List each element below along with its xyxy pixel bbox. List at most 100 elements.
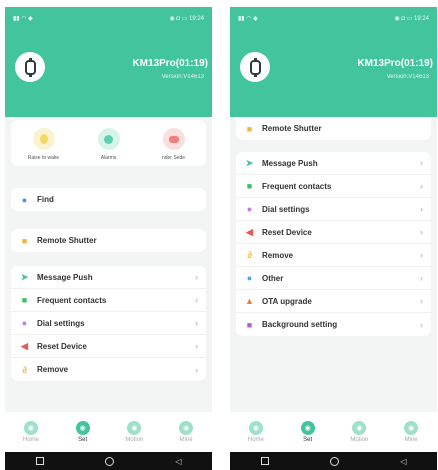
- tab-motion[interactable]: ◉ Motion: [337, 421, 381, 443]
- tab-set[interactable]: ◉ Set: [61, 421, 105, 443]
- menu-item-message-push[interactable]: ➤ Message Push ›: [236, 152, 431, 175]
- person-icon: ◉: [179, 421, 194, 435]
- chevron-right-icon: ›: [420, 158, 423, 168]
- quick-action-sedentary[interactable]: nder Sede: [150, 128, 198, 166]
- back-icon[interactable]: ◁: [175, 457, 181, 466]
- chevron-right-icon: ›: [420, 296, 423, 306]
- home-nav-icon[interactable]: [104, 456, 114, 466]
- sedentary-icon: [162, 128, 185, 150]
- device-name: KM13Pro(01:19): [132, 58, 208, 69]
- upgrade-arrow-icon: ▲: [245, 296, 254, 306]
- watch-avatar[interactable]: [240, 52, 270, 82]
- signal-icon: ▮▮ ◠ ◆: [238, 15, 258, 22]
- battery-icon: ◉ ◘ ▭: [169, 15, 189, 22]
- quick-actions-card: Raise to wake Alarms nder Sede: [11, 120, 206, 166]
- tab-set[interactable]: ◉ Set: [286, 421, 330, 443]
- home-nav-icon[interactable]: [329, 456, 339, 466]
- menu-item-label: Remote Shutter: [262, 124, 322, 133]
- chevron-right-icon: ›: [420, 319, 423, 330]
- remote-card: ■ Remote Shutter: [236, 117, 431, 140]
- tab-label: Set: [78, 437, 88, 443]
- menu-item-label: Dial settings: [262, 204, 310, 214]
- home-icon: ◉: [248, 421, 263, 435]
- menu-item-reset-device[interactable]: ◀ Reset Device ›: [11, 335, 206, 358]
- tab-label: Mine: [179, 437, 193, 443]
- quick-action-label: nder Sede: [161, 155, 186, 161]
- menu-item-dial-settings[interactable]: ● Dial settings ›: [11, 312, 206, 335]
- menu-item-label: Remote Shutter: [37, 236, 97, 245]
- bottom-tab-bar: ◉ Home ◉ Set ◉ Motion ◉ Mine: [5, 412, 212, 452]
- menu-item-remove[interactable]: ∂ Remove ›: [11, 358, 206, 381]
- menu-item-reset-device[interactable]: ◀ Reset Device ›: [236, 221, 431, 244]
- menu-item-frequent-contacts[interactable]: ■ Frequent contacts ›: [11, 289, 206, 312]
- motion-icon: ◉: [127, 421, 142, 435]
- menu-item-remote-shutter[interactable]: ■ Remote Shutter: [11, 229, 206, 252]
- menu-item-label: OTA upgrade: [262, 296, 312, 306]
- recent-apps-icon[interactable]: [35, 457, 44, 465]
- tab-motion[interactable]: ◉ Motion: [112, 421, 156, 443]
- quick-action-raise-to-wake[interactable]: Raise to wake: [20, 128, 68, 166]
- watch-icon: [24, 57, 36, 77]
- find-card: ● Find: [11, 188, 206, 211]
- tab-label: Motion: [125, 437, 144, 443]
- quick-action-label: Raise to wake: [27, 155, 60, 161]
- chevron-right-icon: ›: [195, 295, 198, 305]
- menu-item-label: Frequent contacts: [37, 295, 107, 305]
- dial-icon: ●: [246, 204, 253, 214]
- settings-card: ➤ Message Push › ■ Frequent contacts › ● Dial…: [11, 266, 206, 381]
- menu-item-label: Message Push: [262, 158, 318, 168]
- phone-screen-left: ▮▮ ◠ ◆ ◉ ◘ ▭ 19:24 KM13Pro(01:19) Versio…: [5, 7, 212, 470]
- menu-item-label: Background setting: [262, 320, 338, 329]
- menu-item-frequent-contacts[interactable]: ■ Frequent contacts ›: [236, 175, 431, 198]
- status-time: 19:24: [413, 15, 429, 22]
- menu-item-other[interactable]: ● Other ›: [236, 267, 431, 290]
- status-bar: ▮▮ ◠ ◆ ◉ ◘ ▭ 19:24: [238, 13, 429, 23]
- reset-icon: ◀: [21, 340, 28, 351]
- tab-label: Set: [303, 437, 313, 443]
- device-header: ▮▮ ◠ ◆ ◉ ◘ ▭ 19:24 KM13Pro(01:19) Versio…: [5, 7, 212, 117]
- person-icon: ◉: [404, 421, 419, 435]
- menu-item-remote-shutter[interactable]: ■ Remote Shutter: [236, 117, 431, 140]
- menu-item-background-setting[interactable]: ■ Background setting ›: [236, 313, 431, 336]
- phone-screen-right: ▮▮ ◠ ◆ ◉ ◘ ▭ 19:24 KM13Pro(01:19) Versio…: [230, 7, 437, 470]
- menu-item-ota-upgrade[interactable]: ▲ OTA upgrade ›: [236, 290, 431, 313]
- menu-item-remove[interactable]: ∂ Remove ›: [236, 244, 431, 267]
- status-time: 19:24: [188, 15, 204, 22]
- send-icon: ➤: [245, 157, 254, 168]
- menu-item-find[interactable]: ● Find: [11, 188, 206, 211]
- system-nav-bar: ◁: [5, 452, 212, 470]
- back-icon[interactable]: ◁: [400, 457, 406, 466]
- bottom-tab-bar: ◉ Home ◉ Set ◉ Motion ◉ Mine: [230, 412, 437, 452]
- menu-item-label: Message Push: [37, 272, 93, 282]
- menu-item-message-push[interactable]: ➤ Message Push ›: [11, 266, 206, 289]
- chevron-right-icon: ›: [420, 250, 423, 260]
- device-header: ▮▮ ◠ ◆ ◉ ◘ ▭ 19:24 KM13Pro(01:19) Versio…: [230, 7, 437, 117]
- chevron-right-icon: ›: [195, 341, 198, 351]
- more-icon: ●: [246, 273, 253, 283]
- chevron-right-icon: ›: [420, 273, 423, 283]
- watch-avatar[interactable]: [15, 52, 45, 82]
- search-icon: ●: [21, 194, 28, 205]
- recent-apps-icon[interactable]: [260, 457, 269, 465]
- camera-icon: ■: [21, 235, 28, 246]
- chevron-right-icon: ›: [420, 204, 423, 214]
- menu-item-label: Dial settings: [37, 318, 85, 328]
- menu-item-dial-settings[interactable]: ● Dial settings ›: [236, 198, 431, 221]
- tab-home[interactable]: ◉ Home: [234, 421, 278, 443]
- menu-item-label: Remove: [262, 250, 294, 260]
- tab-mine[interactable]: ◉ Mine: [389, 421, 433, 443]
- dial-icon: ●: [21, 318, 28, 328]
- quick-action-alarms[interactable]: Alarms: [85, 128, 133, 166]
- device-version: Version:V14613: [161, 74, 204, 80]
- tab-home[interactable]: ◉ Home: [9, 421, 53, 443]
- motion-icon: ◉: [352, 421, 367, 435]
- alarm-icon: [97, 128, 120, 150]
- image-icon: ■: [246, 319, 253, 330]
- menu-item-label: Frequent contacts: [262, 181, 332, 191]
- settings-icon: ◉: [75, 421, 90, 435]
- tab-label: Home: [22, 437, 39, 443]
- battery-icon: ◉ ◘ ▭: [394, 15, 414, 22]
- contacts-icon: ■: [21, 295, 28, 305]
- camera-icon: ■: [246, 123, 253, 134]
- tab-mine[interactable]: ◉ Mine: [164, 421, 208, 443]
